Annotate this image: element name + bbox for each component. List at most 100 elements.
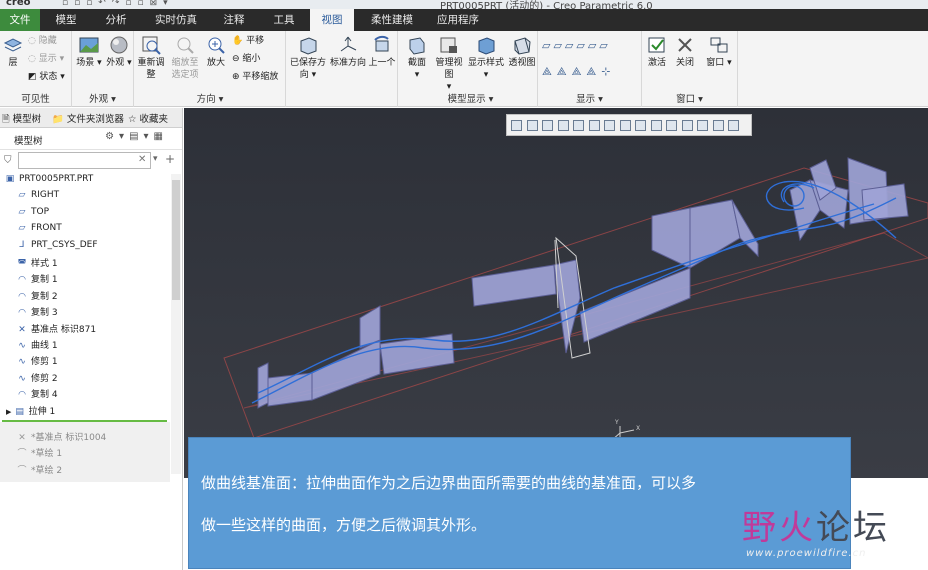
pan-button[interactable]: ✋ 平移 xyxy=(232,35,264,47)
tab-live-simulation[interactable]: 实时仿真 xyxy=(146,9,206,31)
tree-item-15[interactable]: ▶ ▤ 拉伸 1 xyxy=(6,404,55,420)
standard-view-icon xyxy=(340,36,357,52)
copy-icon: ◠ xyxy=(18,291,26,302)
tree-item-18[interactable]: ⌒ *草绘 2 xyxy=(16,463,62,479)
ribbon: 层 ◌ 隐藏 ◌ 显示 ▾ ◩ 状态 ▾ 可见性 场景 ▾ 外观 ▾ 外观 ▾ xyxy=(0,31,928,107)
section-label: 截面 ▾ xyxy=(407,58,426,80)
add-icon[interactable]: + xyxy=(165,152,175,166)
refit-button[interactable]: 重新调整 xyxy=(136,35,166,81)
tree-item-1[interactable]: ▣ PRT0005PRT.PRT xyxy=(4,174,94,190)
datum-plane-icon: ▱ xyxy=(18,190,26,201)
saved-orientations-button[interactable]: 已保存方向 ▾ xyxy=(290,35,326,81)
tree-item-11[interactable]: ∿ 曲线 1 xyxy=(16,338,58,354)
tree-item-label: *基准点 标识1004 xyxy=(31,433,107,443)
tree-scrollbar[interactable] xyxy=(171,174,181,474)
perspective-button[interactable]: 透视图 xyxy=(506,35,538,69)
tree-item-label: 复制 3 xyxy=(31,308,58,319)
tab-folder-browser[interactable]: 📁 文件夹浏览器 xyxy=(52,111,124,125)
group-label-model-display: 模型显示 ▾ xyxy=(447,94,494,105)
tab-file[interactable]: 文件 xyxy=(0,9,40,31)
curve-icon: ∿ xyxy=(18,341,26,351)
display-style-label: 显示样式 ▾ xyxy=(468,58,505,80)
quick-access-toolbar[interactable]: ▫▫▫↶↷▫▫⊠▾ xyxy=(62,0,174,8)
standard-orientation-label: 标准方向 xyxy=(330,58,367,68)
tree-item-3[interactable]: ▱ TOP xyxy=(16,207,49,223)
tree-item-14[interactable]: ◠ 复制 4 xyxy=(16,387,58,403)
layers-icon xyxy=(3,38,23,52)
hide-button[interactable]: ◌ 隐藏 xyxy=(28,35,57,47)
saved-views-icon xyxy=(300,37,317,55)
tab-view[interactable]: 视图 xyxy=(310,9,354,31)
tree-item-label: PRT0005PRT.PRT xyxy=(19,174,94,184)
tab-favorites[interactable]: ☆ 收藏夹 xyxy=(128,111,168,125)
tree-item-9[interactable]: ◠ 复制 3 xyxy=(16,305,58,321)
scroll-thumb[interactable] xyxy=(172,180,180,300)
extruded-surfaces xyxy=(257,157,909,409)
tab-model-tree[interactable]: 🗎 模型树 xyxy=(2,111,41,128)
tree-tools[interactable]: ⚙▾▤▾▦ xyxy=(105,131,168,142)
datum-display-filters[interactable]: ▱▱▱▱▱▱ xyxy=(542,39,638,52)
tree-item-12[interactable]: ∿ 修剪 1 xyxy=(16,354,58,370)
style-icon: ◚ xyxy=(17,259,27,269)
section-button[interactable]: 截面 ▾ xyxy=(404,35,430,81)
manage-views-button[interactable]: 管理视图 ▾ xyxy=(432,35,466,93)
appearance-button[interactable]: 外观 ▾ xyxy=(106,35,132,69)
graphics-window[interactable]: Y X xyxy=(184,108,928,478)
tree-item-label: 基准点 标识871 xyxy=(31,324,97,335)
search-dropdown-icon[interactable]: ▾ xyxy=(153,154,158,164)
tree-item-5[interactable]: ⅃ PRT_CSYS_DEF xyxy=(16,240,97,256)
tree-item-2[interactable]: ▱ RIGHT xyxy=(16,190,60,206)
svg-text:X: X xyxy=(636,425,640,432)
tab-flexible-modeling[interactable]: 柔性建模 xyxy=(362,9,422,31)
annotation-line-2: 做一些这样的曲面，方便之后微调其外形。 xyxy=(201,516,487,534)
display-style-button[interactable]: 显示样式 ▾ xyxy=(468,35,504,81)
sketch-icon: ⌒ xyxy=(17,465,27,476)
scene-label: 场景 ▾ xyxy=(76,58,102,68)
tree-item-label: 复制 2 xyxy=(31,291,58,302)
tab-model[interactable]: 模型 xyxy=(44,9,88,31)
filter-icon[interactable]: ⛉ xyxy=(4,155,12,166)
pan-zoom-button[interactable]: ⊕ 平移缩放 xyxy=(232,71,278,83)
zoom-in-icon xyxy=(208,37,225,54)
layer-button[interactable]: 层 xyxy=(2,35,24,69)
expand-chevron-icon[interactable]: ▶ xyxy=(6,408,14,416)
tab-tools[interactable]: 工具 xyxy=(262,9,306,31)
navigator-panel: 🗎 模型树 📁 文件夹浏览器 ☆ 收藏夹 模型树 ⚙▾▤▾▦ ⛉ ✕ ▾ + ▣… xyxy=(0,108,183,570)
zoom-out-label: 缩小 xyxy=(242,54,261,64)
show-button[interactable]: ◌ 显示 ▾ xyxy=(28,53,64,65)
zoom-in-button[interactable]: 放大 xyxy=(204,35,228,69)
navigator-tabs: 🗎 模型树 📁 文件夹浏览器 ☆ 收藏夹 xyxy=(0,108,182,128)
copy-icon: ◠ xyxy=(18,275,26,286)
tab-applications[interactable]: 应用程序 xyxy=(428,9,488,31)
activate-button[interactable]: 激活 xyxy=(644,35,670,69)
tab-analysis[interactable]: 分析 xyxy=(94,9,138,31)
zoom-out-button[interactable]: ⊖ 缩小 xyxy=(232,53,260,65)
zoom-in-label: 放大 xyxy=(206,58,225,68)
tree-item-8[interactable]: ◠ 复制 2 xyxy=(16,289,58,305)
tree-item-6[interactable]: ◚ 样式 1 xyxy=(16,256,58,272)
scene-button[interactable]: 场景 ▾ xyxy=(76,35,102,69)
standard-orientation-button[interactable]: 标准方向 xyxy=(330,35,366,69)
tree-search-input[interactable] xyxy=(18,152,151,169)
tree-item-label: *草绘 1 xyxy=(31,449,63,460)
tree-item-16[interactable]: ✕ *基准点 标识1004 xyxy=(16,430,106,446)
tab-annotate[interactable]: 注释 xyxy=(212,9,256,31)
tree-item-label: 修剪 1 xyxy=(31,357,58,368)
previous-view-button[interactable]: 上一个 xyxy=(368,35,396,69)
zoom-to-selected-button[interactable]: 缩放至选定项 xyxy=(168,35,202,81)
trim-icon: ∿ xyxy=(18,357,26,368)
tree-item-4[interactable]: ▱ FRONT xyxy=(16,223,62,239)
tree-item-10[interactable]: ✕ 基准点 标识871 xyxy=(16,322,96,338)
tree-item-17[interactable]: ⌒ *草绘 1 xyxy=(16,446,62,462)
clear-search-icon[interactable]: ✕ xyxy=(138,154,146,165)
status-button[interactable]: ◩ 状态 ▾ xyxy=(28,71,65,83)
annotation-display-filters[interactable]: ⟁⟁⟁⟁⊹ xyxy=(542,65,638,79)
windows-button[interactable]: 窗口 ▾ xyxy=(704,35,734,69)
windows-icon xyxy=(710,37,728,53)
copy-icon: ◠ xyxy=(18,390,26,401)
tree-item-7[interactable]: ◠ 复制 1 xyxy=(16,272,58,288)
insert-indicator[interactable] xyxy=(2,420,167,422)
tree-item-label: 曲线 1 xyxy=(31,341,58,351)
close-window-button[interactable]: 关闭 xyxy=(672,35,698,69)
tree-item-13[interactable]: ∿ 修剪 2 xyxy=(16,371,57,387)
